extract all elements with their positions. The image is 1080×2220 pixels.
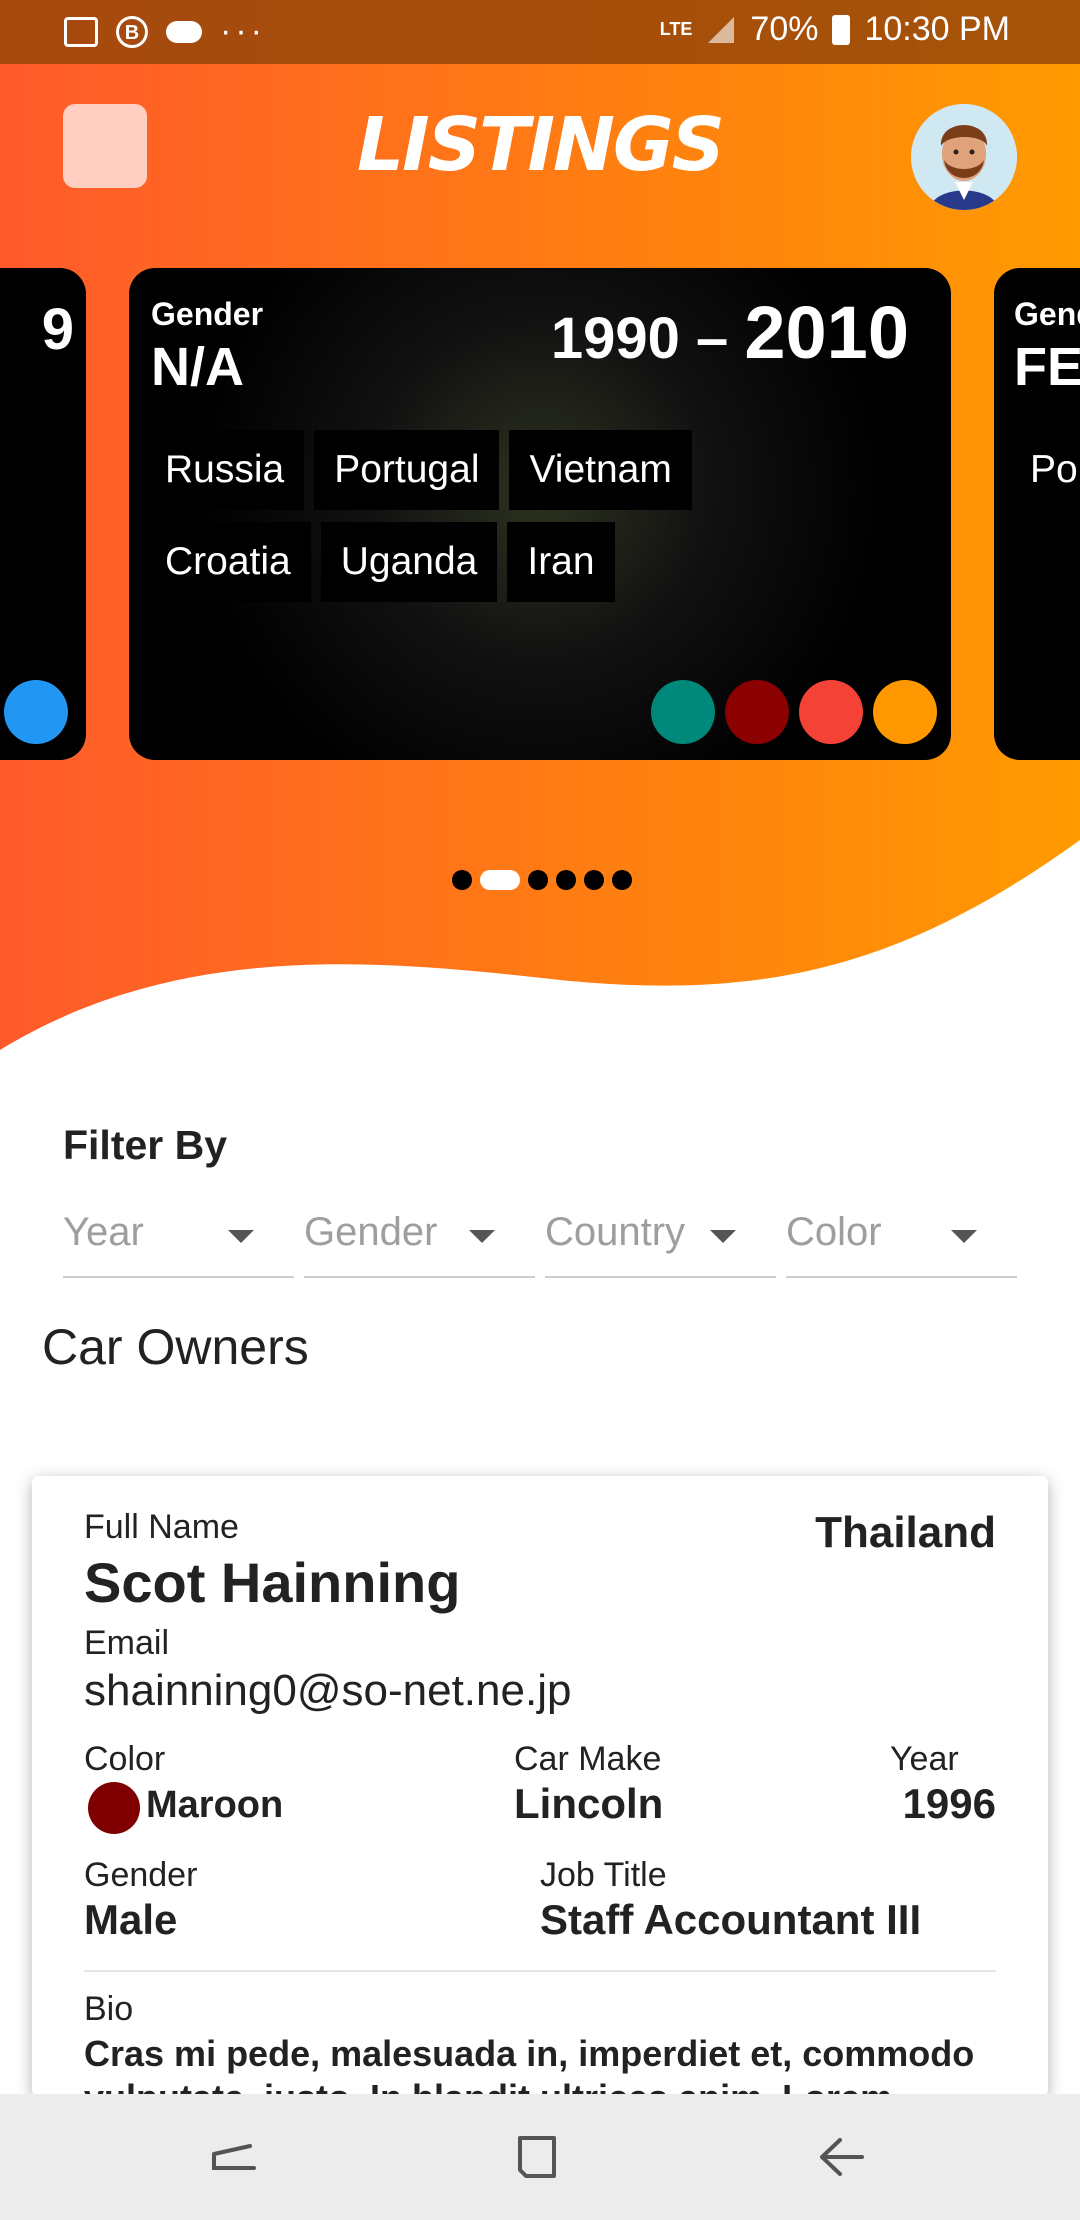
color-swatch — [4, 680, 68, 744]
car-make-label: Car Make — [514, 1740, 662, 1778]
navigation-bar — [0, 2094, 1080, 2220]
carousel-pager — [452, 870, 632, 890]
gender-label: Gender — [151, 296, 264, 332]
avatar[interactable] — [911, 104, 1017, 210]
dropdown-placeholder: Color — [786, 1210, 882, 1254]
color-dropdown[interactable]: Color — [786, 1200, 1017, 1278]
listing-card-next[interactable]: Gend FE Po — [994, 268, 1080, 760]
country-chips: Russia Portugal Vietnam Croatia Uganda I… — [145, 430, 745, 602]
caret-down-icon — [710, 1230, 736, 1243]
pager-dot[interactable] — [452, 870, 472, 890]
country-chip: Portugal — [314, 430, 500, 510]
caret-down-icon — [228, 1230, 254, 1243]
gender-dropdown[interactable]: Gender — [304, 1200, 535, 1278]
country-chip: Uganda — [320, 522, 498, 602]
job-title-label: Job Title — [540, 1856, 667, 1894]
color-swatches — [651, 680, 937, 744]
pager-dot[interactable] — [556, 870, 576, 890]
more-notifications-icon: ··· — [220, 12, 266, 50]
b-notification-icon: B — [116, 15, 148, 48]
year-from: 1990 — [550, 306, 680, 371]
country-chip: Croatia — [145, 522, 311, 602]
year-value: 1996 — [902, 1780, 996, 1827]
color-swatch — [873, 680, 937, 744]
color-dot — [88, 1782, 140, 1834]
full-name-value: Scot Hainning — [84, 1551, 461, 1614]
country-value: Thailand — [815, 1508, 996, 1557]
cloud-icon — [166, 20, 202, 43]
gender-label: Gender — [84, 1856, 198, 1894]
country-chip: Po — [1010, 430, 1080, 510]
country-chip: Vietnam — [509, 430, 692, 510]
caret-down-icon — [951, 1230, 977, 1243]
email-label: Email — [84, 1624, 170, 1662]
status-bar: B ··· LTE 70% 10:30 PM — [0, 0, 1080, 64]
email-value: shainning0@so-net.ne.jp — [84, 1666, 572, 1715]
year-dropdown[interactable]: Year — [63, 1200, 294, 1278]
listing-card-current[interactable]: Gender N/A 1990 – 2010 Russia Portugal V… — [129, 268, 951, 760]
filter-title: Filter By — [63, 1122, 228, 1168]
full-name-label: Full Name — [84, 1508, 239, 1546]
color-label: Color — [84, 1740, 166, 1778]
year-to: 2010 — [744, 291, 909, 374]
home-icon[interactable] — [512, 2132, 562, 2182]
dropdown-placeholder: Gender — [304, 1210, 438, 1254]
back-icon[interactable] — [816, 2132, 866, 2182]
pager-dot-active[interactable] — [480, 870, 520, 890]
header-wave — [0, 840, 1080, 1080]
caret-down-icon — [469, 1230, 495, 1243]
dropdown-placeholder: Country — [545, 1210, 686, 1254]
gallery-icon — [64, 16, 98, 47]
country-chip: Iran — [507, 522, 615, 602]
country-dropdown[interactable]: Country — [545, 1200, 776, 1278]
gender-value: FE — [1014, 337, 1080, 397]
pager-dot[interactable] — [612, 870, 632, 890]
year-range: 1990 – 2010 — [551, 290, 909, 375]
color-value: Maroon — [146, 1784, 284, 1826]
card-partial-text: 9 — [41, 297, 74, 362]
network-type: LTE — [659, 19, 693, 39]
battery-icon — [832, 14, 851, 45]
color-swatch — [799, 680, 863, 744]
bio-text: Cras mi pede, malesuada in, imperdiet et… — [84, 2033, 975, 2096]
listing-card-previous[interactable]: 9 — [0, 268, 86, 760]
owner-card[interactable]: Full Name Scot Hainning Thailand Email s… — [32, 1476, 1048, 2096]
gender-value: N/A — [151, 337, 244, 397]
dropdown-placeholder: Year — [63, 1210, 144, 1254]
battery-percent: 70% — [750, 10, 819, 48]
gender-value: Male — [84, 1896, 178, 1943]
year-separator: – — [695, 306, 729, 371]
section-title: Car Owners — [42, 1319, 309, 1375]
job-title-value: Staff Accountant III — [540, 1896, 922, 1943]
gender-label: Gend — [1014, 296, 1080, 332]
pager-dot[interactable] — [528, 870, 548, 890]
country-chip: Russia — [145, 430, 305, 510]
signal-icon — [708, 16, 735, 43]
pager-dot[interactable] — [584, 870, 604, 890]
color-swatch — [651, 680, 715, 744]
year-label: Year — [890, 1740, 959, 1778]
clock: 10:30 PM — [864, 10, 1010, 48]
color-swatch — [725, 680, 789, 744]
car-make-value: Lincoln — [514, 1780, 664, 1827]
divider — [84, 1970, 996, 1972]
bio-label: Bio — [84, 1990, 134, 2028]
profile-picture — [911, 104, 1017, 210]
recent-apps-icon[interactable] — [210, 2132, 260, 2182]
